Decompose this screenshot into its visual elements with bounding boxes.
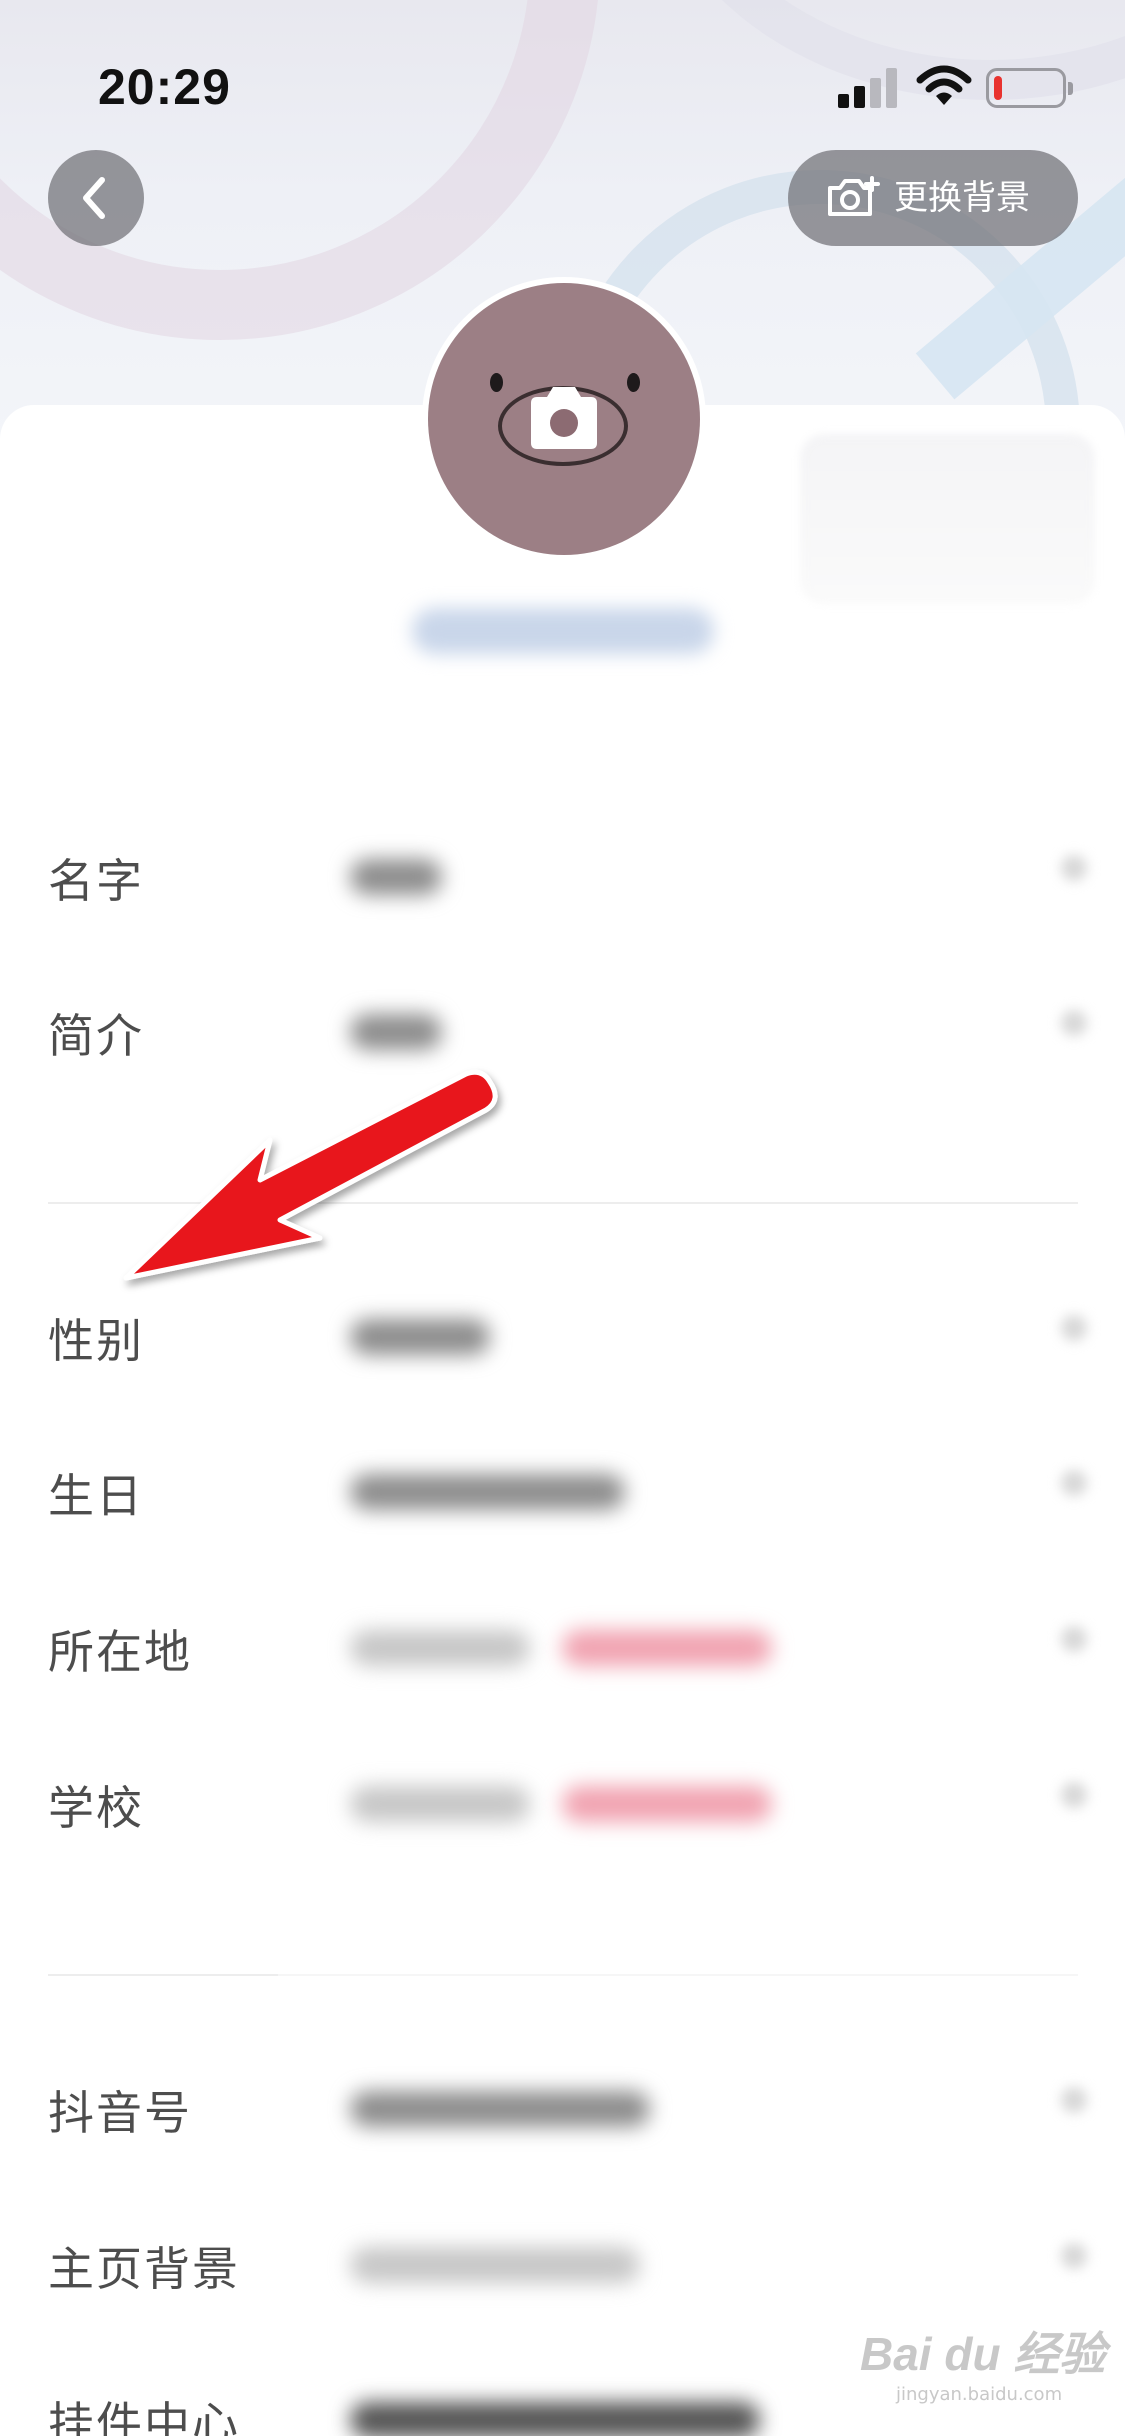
camera-plus-icon <box>828 176 880 216</box>
row-value-blurred <box>350 2247 640 2283</box>
row-label-pendant-center: 挂件中心 <box>48 2397 240 2436</box>
row-value-blurred <box>350 2091 650 2127</box>
blurred-panel <box>800 434 1095 604</box>
row-home-background[interactable]: 主页背景 <box>0 2203 1125 2313</box>
chevron-right-icon <box>1061 855 1087 881</box>
divider <box>48 1974 278 1976</box>
row-label-school: 学校 <box>48 1781 144 1835</box>
row-value-blurred <box>350 859 442 895</box>
nickname-blurred <box>412 608 714 654</box>
row-value-blurred <box>350 1014 442 1050</box>
red-arrow-annotation <box>123 1069 498 1281</box>
watermark-text: Bai du 经验 <box>860 2328 1106 2380</box>
chevron-right-icon <box>1061 2087 1087 2113</box>
row-douyin-id[interactable]: 抖音号 <box>0 2047 1125 2157</box>
row-label-douyin-id: 抖音号 <box>48 2086 192 2140</box>
chevron-right-icon <box>1061 1010 1087 1036</box>
row-birthday[interactable]: 生日 <box>0 1430 1125 1540</box>
chevron-right-icon <box>1061 1626 1087 1652</box>
row-value-blurred <box>350 1630 530 1666</box>
chevron-right-icon <box>1061 1470 1087 1496</box>
row-value-blurred-tag <box>562 1630 772 1666</box>
row-name[interactable]: 名字 <box>0 815 1125 925</box>
wifi-icon <box>916 65 972 105</box>
row-school[interactable]: 学校 <box>0 1742 1125 1852</box>
avatar[interactable] <box>428 283 700 555</box>
row-location[interactable]: 所在地 <box>0 1586 1125 1696</box>
chevron-right-icon <box>1061 2243 1087 2269</box>
row-label-location: 所在地 <box>48 1625 192 1679</box>
row-label-name: 名字 <box>48 854 144 908</box>
row-value-blurred-tag <box>562 1786 772 1822</box>
chevron-right-icon <box>1061 1315 1087 1341</box>
camera-icon <box>531 387 597 449</box>
row-label-birthday: 生日 <box>48 1469 144 1523</box>
baidu-jingyan-watermark: Bai du 经验 jingyan.baidu.com <box>860 2300 1110 2420</box>
change-background-label: 更换背景 <box>894 178 1030 218</box>
row-value-blurred <box>350 2402 760 2436</box>
back-button[interactable] <box>48 150 144 246</box>
row-label-bio: 简介 <box>48 1009 144 1063</box>
row-value-blurred <box>350 1786 530 1822</box>
battery-icon <box>986 68 1073 108</box>
row-value-blurred <box>350 1319 490 1355</box>
row-value-blurred <box>350 1474 625 1510</box>
row-label-gender: 性别 <box>48 1314 144 1368</box>
status-time: 20:29 <box>98 59 231 115</box>
watermark-sub: jingyan.baidu.com <box>896 2384 1063 2405</box>
chevron-left-icon <box>83 177 105 219</box>
cellular-signal-icon <box>838 68 900 108</box>
battery-level <box>994 76 1002 100</box>
change-background-button[interactable]: 更换背景 <box>788 150 1078 246</box>
chevron-right-icon <box>1061 1782 1087 1808</box>
row-label-home-background: 主页背景 <box>48 2242 240 2296</box>
